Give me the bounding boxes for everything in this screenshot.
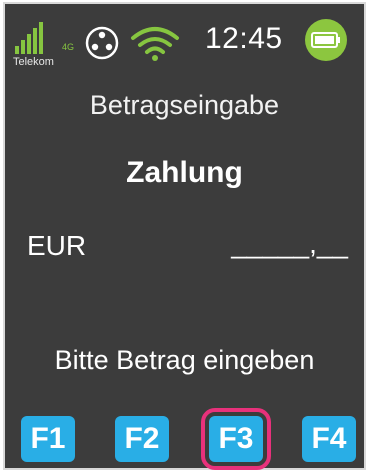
status-bar: 4G Telekom 12:45 <box>5 4 364 72</box>
f1-key[interactable]: F1 <box>21 416 75 462</box>
f4-key[interactable]: F4 <box>302 416 356 462</box>
carrier-label: Telekom <box>13 56 54 68</box>
f2-key[interactable]: F2 <box>115 416 169 462</box>
sim-card-icon <box>85 26 119 60</box>
signal-strength-icon <box>15 22 43 54</box>
battery-full-icon <box>305 19 347 61</box>
page-title: Betragseingabe <box>89 90 280 120</box>
network-type-label: 4G <box>62 42 75 52</box>
transaction-type: Zahlung <box>126 156 243 189</box>
currency-label: EUR <box>27 230 87 261</box>
clock: 12:45 <box>205 22 283 55</box>
f3-key[interactable]: F3 <box>201 408 271 470</box>
terminal-screen: 4G Telekom 12:45 Betragseingabe Zahlung … <box>3 2 366 470</box>
wifi-icon <box>131 27 179 61</box>
instruction-text: Bitte Betrag eingeben <box>54 345 315 375</box>
amount-input[interactable]: _____,__ <box>231 228 348 260</box>
